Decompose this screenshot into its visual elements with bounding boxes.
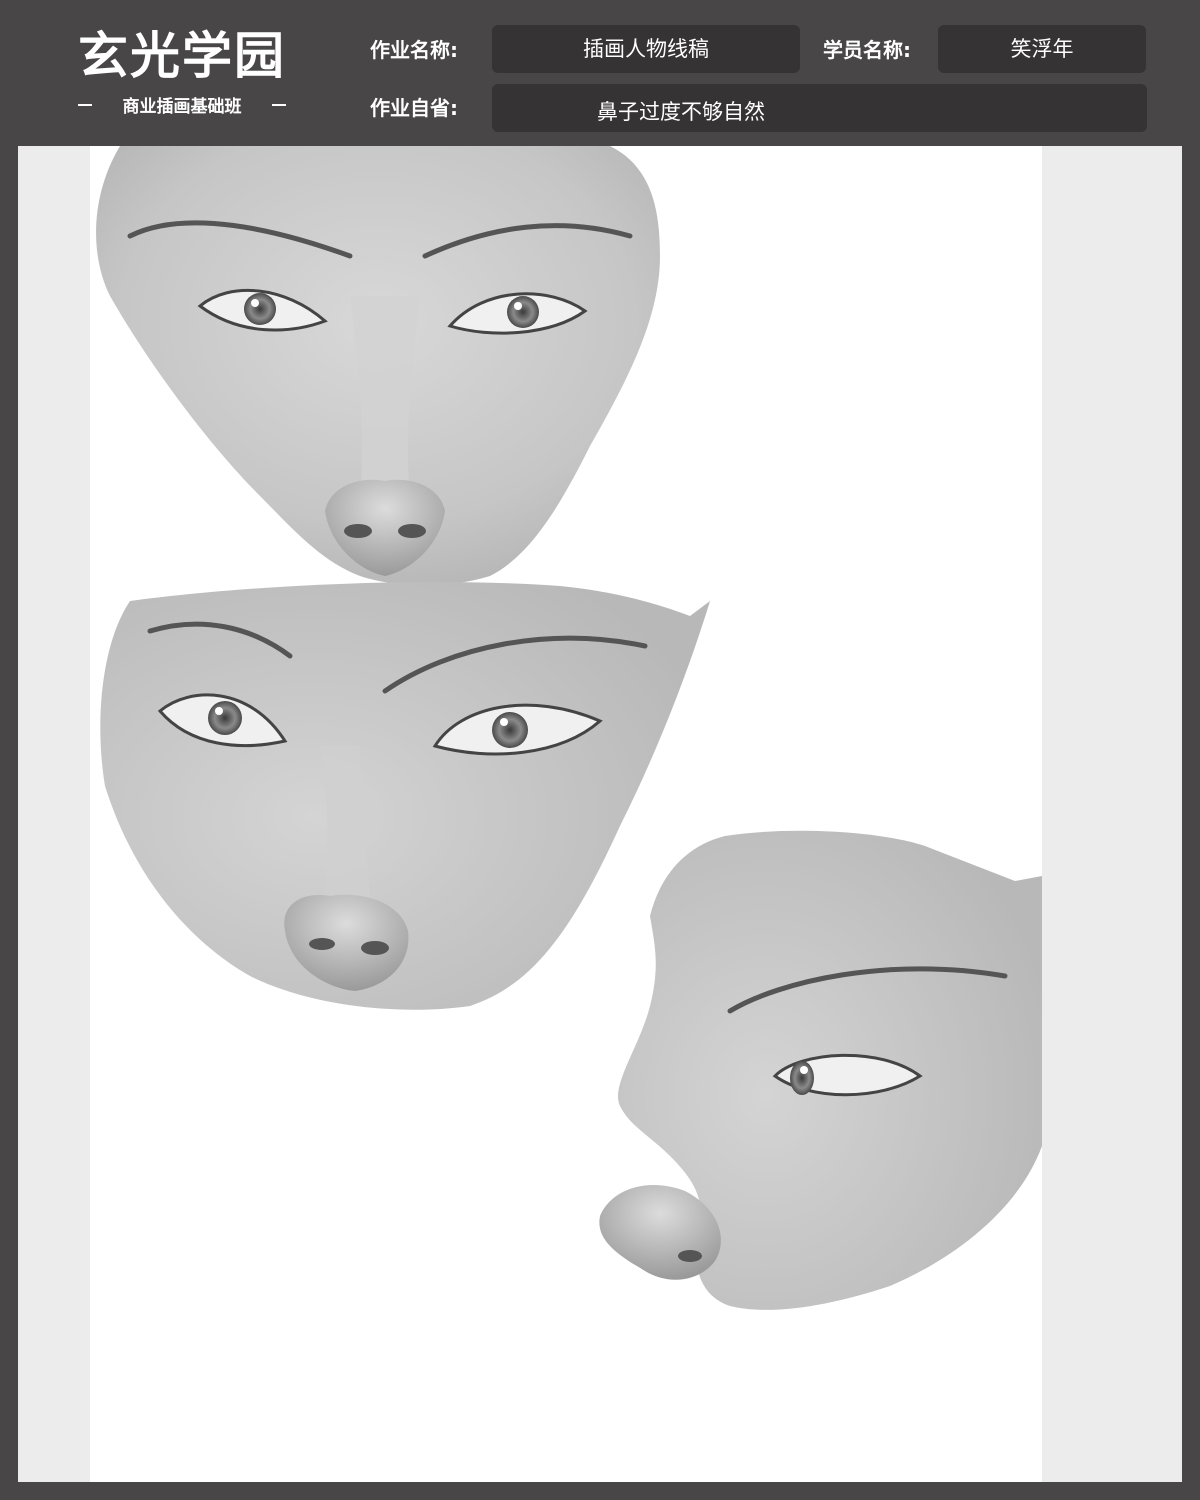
assignment-name-label: 作业名称: — [370, 38, 458, 62]
self-review-field: 鼻子过度不够自然 — [492, 84, 1147, 132]
logo-subtitle-text: 商业插画基础班 — [122, 97, 242, 117]
logo-title: 玄光学园 — [78, 26, 286, 85]
face-study-front — [96, 146, 661, 586]
dash-icon — [78, 103, 92, 106]
face-studies-illustration — [96, 146, 1042, 1310]
assignment-name-field: 插画人物线稿 — [492, 25, 800, 73]
face-study-three-quarter — [100, 581, 710, 1010]
dash-icon — [272, 103, 286, 106]
face-study-profile — [599, 830, 1042, 1310]
student-name-label: 学员名称: — [823, 38, 911, 62]
self-review-label: 作业自省: — [370, 96, 458, 120]
artboard — [90, 146, 1042, 1482]
header: 玄光学园 商业插画基础班 作业名称: 插画人物线稿 学员名称: 笑浮年 作业自省… — [0, 0, 1200, 146]
student-name-field: 笑浮年 — [938, 25, 1146, 73]
canvas-area — [18, 146, 1182, 1482]
logo-subtitle: 商业插画基础班 — [78, 92, 286, 117]
